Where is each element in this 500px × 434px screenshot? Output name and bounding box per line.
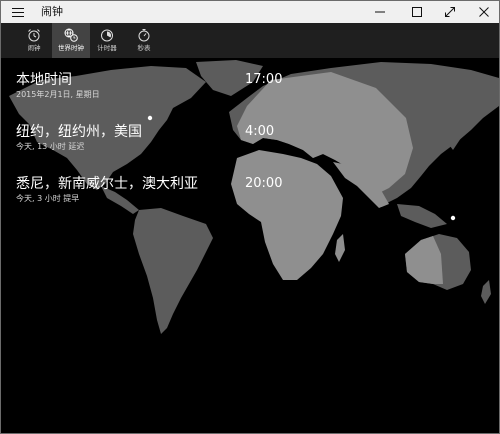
alarm-clock-icon xyxy=(28,29,40,42)
maximize-icon xyxy=(412,7,422,17)
clock-date-offset: 今天, 3 小时 提早 xyxy=(16,194,80,203)
tab-stopwatch-label: 秒表 xyxy=(137,44,151,52)
timer-icon xyxy=(101,29,113,42)
clock-date-offset: 2015年2月1日, 星期日 xyxy=(16,90,100,99)
minimize-button[interactable] xyxy=(363,1,397,23)
clock-date-offset: 今天, 13 小时 延迟 xyxy=(16,142,85,151)
southeast-asia-islands xyxy=(397,204,447,228)
world-map-graphic xyxy=(9,60,499,334)
stopwatch-icon xyxy=(138,29,150,42)
sydney-marker xyxy=(450,215,456,221)
close-icon xyxy=(479,7,489,17)
clock-time: 20:00 xyxy=(245,176,283,191)
tab-alarm-label: 闹钟 xyxy=(27,44,41,52)
south-america-landmass xyxy=(133,208,213,334)
clock-city-name: 悉尼，新南威尔士，澳大利亚 xyxy=(16,176,198,192)
new-zealand-landmass xyxy=(481,280,491,304)
app-title: 闹钟 xyxy=(41,5,63,18)
minimize-icon xyxy=(375,11,385,13)
hamburger-menu-icon[interactable] xyxy=(10,4,26,20)
expand-icon xyxy=(445,7,455,17)
clock-time: 4:00 xyxy=(245,124,275,139)
world-map: 本地时间 2015年2月1日, 星期日 17:00 纽约，纽约州，美国 今天, … xyxy=(1,58,499,433)
new-york-marker xyxy=(147,115,153,121)
tab-world-clock-label: 世界时钟 xyxy=(58,44,84,52)
close-button[interactable] xyxy=(467,1,499,23)
world-clock-icon xyxy=(64,28,78,42)
maximize-button[interactable] xyxy=(400,1,434,23)
tab-timer-label: 计时器 xyxy=(97,44,117,52)
tab-bar: 闹钟 世界时钟 计时器 秒表 xyxy=(1,23,499,58)
clock-city-name: 纽约，纽约州，美国 xyxy=(16,124,142,140)
africa-landmass xyxy=(231,150,343,280)
tab-alarm[interactable]: 闹钟 xyxy=(15,23,53,58)
tab-world-clock[interactable]: 世界时钟 xyxy=(52,23,90,58)
clock-time: 17:00 xyxy=(245,72,283,87)
tab-stopwatch[interactable]: 秒表 xyxy=(125,23,163,58)
title-bar: 闹钟 xyxy=(1,1,499,23)
madagascar-landmass xyxy=(335,234,345,262)
full-screen-button[interactable] xyxy=(433,1,467,23)
clock-app-window: 闹钟 闹钟 世界时钟 计时器 秒表 本地时间 2015年2月1日, 星期日 17… xyxy=(0,0,500,434)
tab-timer[interactable]: 计时器 xyxy=(88,23,126,58)
clock-city-name: 本地时间 xyxy=(16,72,72,88)
